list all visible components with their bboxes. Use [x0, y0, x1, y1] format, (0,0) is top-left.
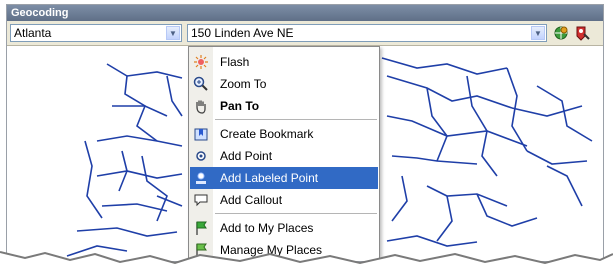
menu-item-label: Add Labeled Point: [220, 171, 319, 185]
menu-item-flash[interactable]: Flash: [190, 51, 378, 73]
menu-item-label: Create Bookmark: [220, 127, 314, 141]
window-title: Geocoding: [7, 5, 603, 21]
menu-item-add-labeled-point[interactable]: Add Labeled Point: [190, 167, 378, 189]
geocode-icon[interactable]: [552, 25, 570, 42]
point-icon: [193, 148, 209, 164]
torn-edge: [0, 251, 613, 272]
menu-item-pan-to[interactable]: Pan To: [190, 95, 378, 117]
flash-icon: [193, 54, 209, 70]
menu-item-zoom-to[interactable]: Zoom To: [190, 73, 378, 95]
bookmark-icon: [193, 126, 209, 142]
menu-item-add-point[interactable]: Add Point: [190, 145, 378, 167]
zoom-in-icon: [193, 76, 209, 92]
menu-item-create-bookmark[interactable]: Create Bookmark: [190, 123, 378, 145]
address-combo[interactable]: 150 Linden Ave NE ▼: [187, 24, 547, 42]
context-menu: Flash Zoom To Pan To Create Bookmark Add…: [188, 46, 380, 261]
address-value: 150 Linden Ave NE: [191, 26, 294, 40]
city-combo[interactable]: Atlanta ▼: [10, 24, 182, 42]
menu-item-label: Zoom To: [220, 77, 267, 91]
menu-item-label: Add Callout: [220, 193, 283, 207]
menu-item-label: Pan To: [220, 99, 260, 113]
menu-item-label: Add Point: [220, 149, 273, 163]
chevron-down-icon[interactable]: ▼: [166, 26, 180, 40]
menu-separator: [215, 213, 377, 214]
menu-separator: [215, 119, 377, 120]
menu-item-label: Flash: [220, 55, 250, 69]
geocoding-toolbar: Atlanta ▼ 150 Linden Ave NE ▼: [7, 21, 603, 46]
city-value: Atlanta: [14, 26, 52, 40]
reverse-geocode-icon[interactable]: [573, 25, 591, 42]
geocoding-window: Geocoding Atlanta ▼ 150 Linden Ave NE ▼: [6, 4, 604, 262]
labeled-point-icon: [193, 170, 209, 186]
pan-hand-icon: [193, 98, 209, 114]
callout-icon: [193, 192, 209, 208]
chevron-down-icon[interactable]: ▼: [531, 26, 545, 40]
menu-item-add-callout[interactable]: Add Callout: [190, 189, 378, 211]
